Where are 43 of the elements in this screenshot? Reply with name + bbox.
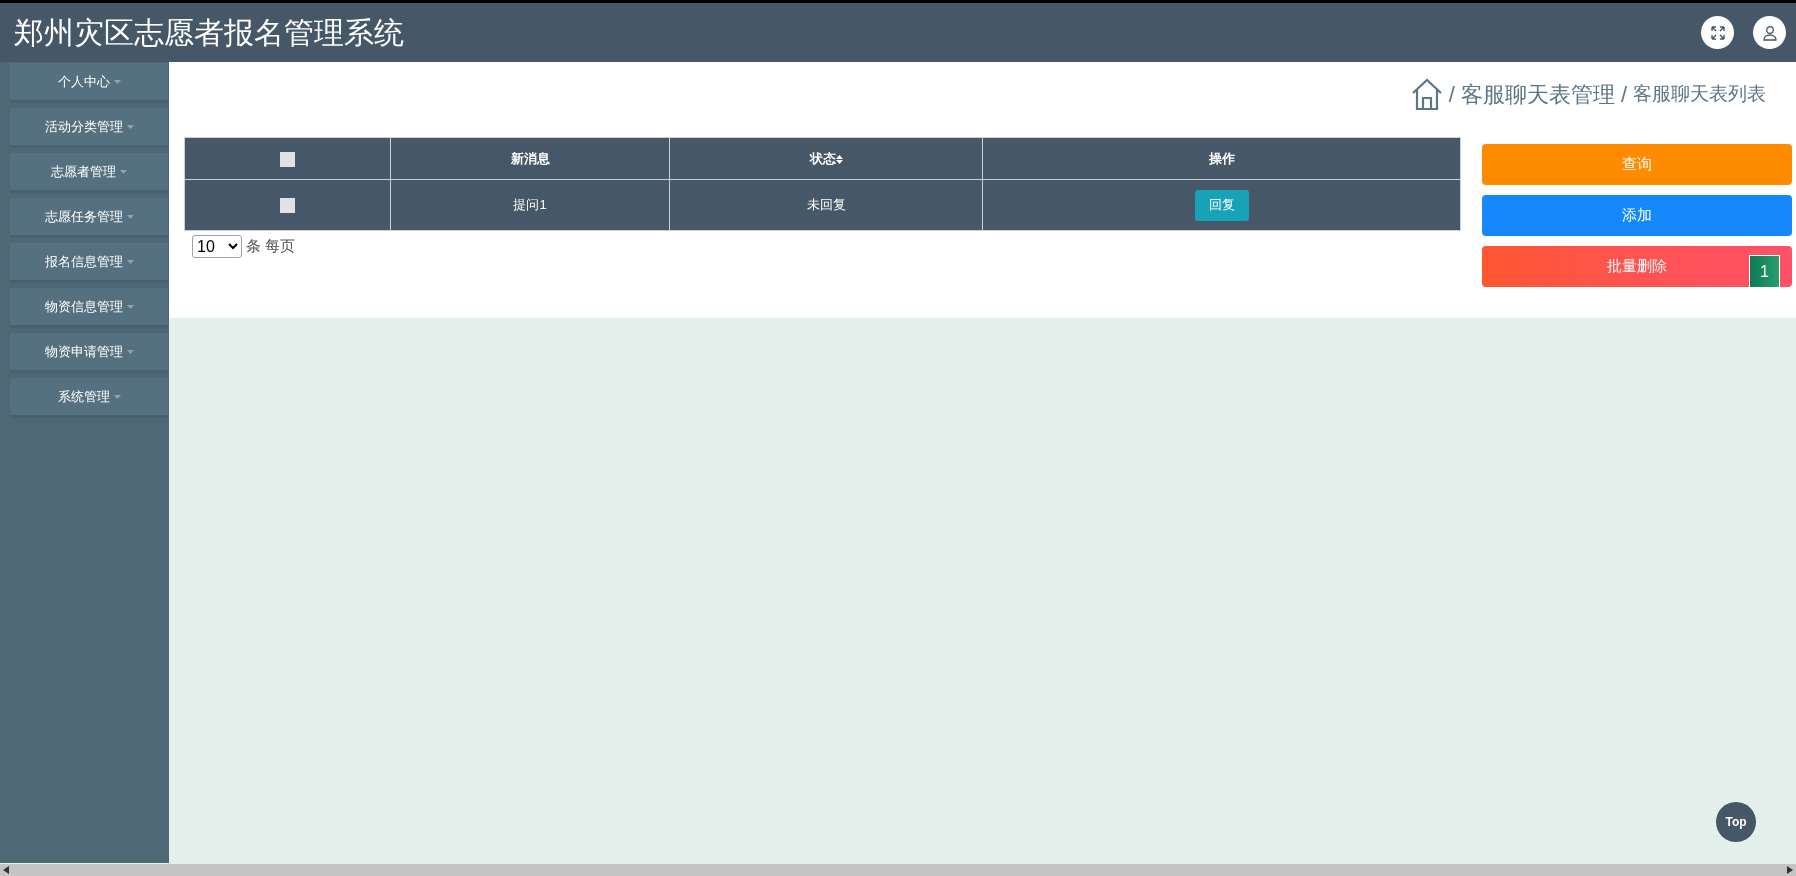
column-header: 新消息 [510, 150, 550, 166]
sidebar-item[interactable]: 个人中心 [10, 63, 168, 103]
checkbox[interactable] [280, 198, 295, 214]
caret-icon [113, 394, 121, 399]
table-cell: 提问1 [513, 197, 547, 213]
horizontal-scrollbar[interactable] [0, 864, 1796, 876]
page-number-badge[interactable]: 1 [1749, 255, 1780, 288]
add-button[interactable]: 添加 [1482, 195, 1792, 236]
sidebar-item[interactable]: 志愿者管理 [10, 153, 168, 193]
breadcrumb-item[interactable]: 客服聊天表管理 [1460, 77, 1615, 111]
sidebar-item[interactable]: 系统管理 [10, 378, 168, 418]
breadcrumb-item: 客服聊天表列表 [1633, 81, 1766, 106]
caret-icon [126, 259, 134, 264]
caret-icon [126, 349, 134, 354]
breadcrumb-separator: / [1620, 80, 1627, 109]
sidebar-item[interactable]: 志愿任务管理 [10, 198, 168, 238]
scroll-right-icon[interactable] [1787, 866, 1793, 874]
sidebar-item[interactable]: 物资申请管理 [10, 333, 168, 373]
page-size-label: 条 每页 [246, 236, 296, 257]
sidebar-item[interactable]: 活动分类管理 [10, 108, 168, 148]
caret-icon [126, 124, 134, 129]
table-cell: 未回复 [806, 197, 846, 213]
user-icon [1761, 24, 1778, 41]
reply-button[interactable]: 回复 [1194, 189, 1249, 221]
checkbox[interactable] [280, 151, 295, 167]
app-title: 郑州灾区志愿者报名管理系统 [14, 17, 404, 48]
sidebar-item[interactable]: 报名信息管理 [10, 243, 168, 283]
fullscreen-button[interactable] [1701, 16, 1734, 49]
scroll-left-icon[interactable] [3, 866, 9, 874]
caret-icon [126, 214, 134, 219]
back-to-top-button[interactable]: Top [1716, 802, 1756, 842]
column-header: 操作 [1208, 150, 1235, 166]
home-icon[interactable] [1410, 77, 1443, 111]
page-size-select[interactable]: 10 [192, 235, 242, 258]
column-header[interactable]: 状态 [809, 150, 836, 166]
caret-icon [120, 169, 127, 174]
user-button[interactable] [1753, 16, 1786, 49]
breadcrumb-separator: / [1448, 80, 1455, 109]
expand-icon [1709, 24, 1726, 41]
sidebar-item[interactable]: 物资信息管理 [10, 288, 168, 328]
caret-icon [113, 79, 121, 84]
caret-icon [126, 304, 134, 309]
sort-icon[interactable] [835, 154, 843, 164]
